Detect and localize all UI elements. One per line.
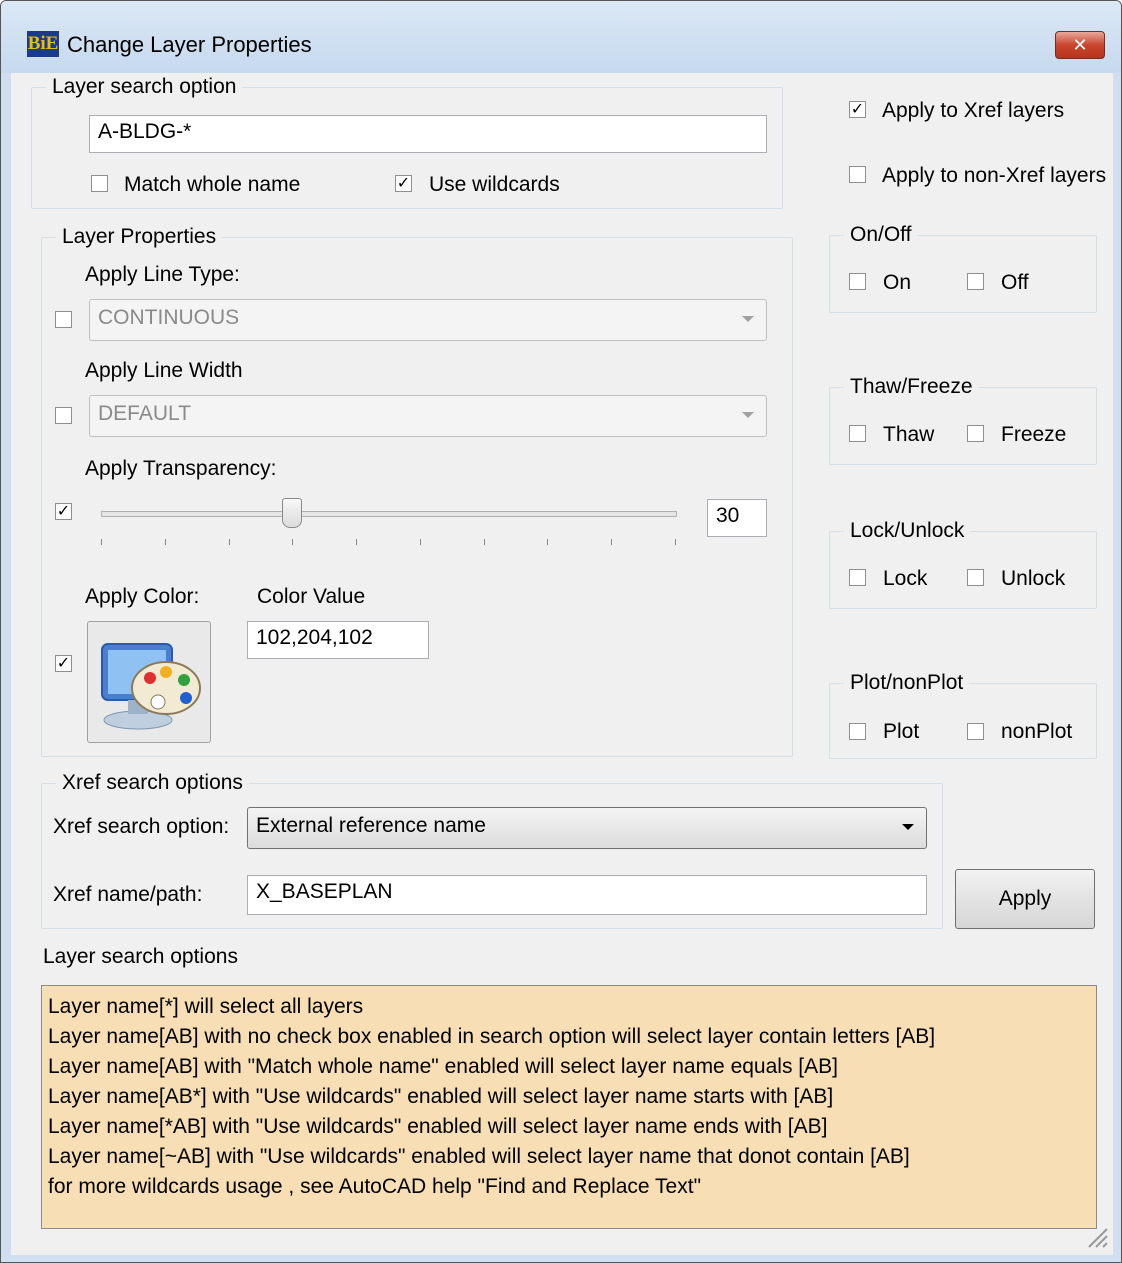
plot-checkbox[interactable]: [849, 723, 866, 740]
apply-xref-layers-label: Apply to Xref layers: [882, 99, 1065, 122]
xref-name-input[interactable]: X_BASEPLAN: [247, 875, 927, 915]
line-type-checkbox[interactable]: [55, 311, 72, 328]
unlock-label: Unlock: [1001, 567, 1066, 590]
freeze-label: Freeze: [1001, 423, 1067, 446]
help-line: Layer name[AB] with no check box enabled…: [48, 1025, 936, 1048]
resize-grip-icon[interactable]: [1085, 1225, 1109, 1249]
slider-tick: [164, 539, 166, 545]
layer-search-input[interactable]: A-BLDG-*: [89, 115, 767, 153]
transparency-checkbox[interactable]: [55, 503, 72, 520]
title-bar[interactable]: BiE Change Layer Properties ✕: [1, 1, 1121, 73]
color-checkbox[interactable]: [55, 655, 72, 672]
line-type-dropdown[interactable]: CONTINUOUS: [89, 299, 767, 341]
line-type-label: Apply Line Type:: [85, 263, 240, 286]
help-line: for more wildcards usage , see AutoCAD h…: [48, 1175, 702, 1198]
transparency-slider-thumb[interactable]: [282, 498, 303, 528]
use-wildcards-label: Use wildcards: [429, 173, 560, 196]
line-width-checkbox[interactable]: [55, 407, 72, 424]
help-line: Layer name[~AB] with "Use wildcards" ena…: [48, 1145, 910, 1168]
on-off-legend: On/Off: [844, 223, 918, 247]
transparency-label: Apply Transparency:: [85, 457, 277, 480]
on-label: On: [883, 271, 912, 294]
slider-tick: [292, 539, 294, 545]
help-heading: Layer search options: [43, 945, 238, 968]
xref-option-value: External reference name: [256, 814, 486, 837]
line-width-label: Apply Line Width: [85, 359, 243, 382]
line-type-value: CONTINUOUS: [98, 306, 240, 329]
lock-label: Lock: [883, 567, 928, 590]
palette-icon: [101, 643, 201, 730]
match-whole-name-label: Match whole name: [124, 173, 301, 196]
xref-name-label: Xref name/path:: [53, 883, 203, 906]
app-icon: BiE: [27, 31, 59, 57]
noplot-label: nonPlot: [1001, 720, 1073, 743]
color-picker-button[interactable]: [87, 621, 211, 743]
color-value-input[interactable]: 102,204,102: [247, 621, 429, 659]
dialog-client: Layer search option A-BLDG-* Match whole…: [11, 73, 1113, 1255]
apply-button[interactable]: Apply: [955, 869, 1095, 929]
use-wildcards-checkbox[interactable]: [395, 175, 412, 192]
plot-noplot-legend: Plot/nonPlot: [844, 671, 970, 695]
thaw-freeze-legend: Thaw/Freeze: [844, 375, 979, 399]
slider-tick: [101, 539, 102, 545]
xref-option-label: Xref search option:: [53, 815, 230, 838]
on-off-group: On/Off: [829, 223, 1097, 313]
chevron-down-icon: [902, 824, 914, 830]
apply-non-xref-layers-label: Apply to non-Xref layers: [882, 164, 1107, 187]
layer-properties-legend: Layer Properties: [56, 225, 223, 249]
transparency-value-input[interactable]: 30: [707, 499, 767, 537]
freeze-checkbox[interactable]: [967, 425, 984, 442]
slider-tick: [228, 539, 230, 545]
chevron-down-icon: [742, 412, 754, 418]
dialog-window: BiE Change Layer Properties ✕ Layer sear…: [0, 0, 1122, 1263]
thaw-checkbox[interactable]: [849, 425, 866, 442]
slider-tick: [483, 539, 485, 545]
line-width-value: DEFAULT: [98, 402, 191, 425]
color-value-label: Color Value: [257, 585, 366, 608]
slider-tick: [611, 539, 613, 545]
help-text-box: Layer name[*] will select all layers Lay…: [41, 985, 1097, 1229]
slider-tick: [356, 539, 358, 545]
lock-unlock-legend: Lock/Unlock: [844, 519, 971, 543]
on-checkbox[interactable]: [849, 273, 866, 290]
transparency-slider-track[interactable]: [101, 511, 677, 517]
layer-search-legend: Layer search option: [46, 75, 243, 99]
close-button[interactable]: ✕: [1055, 31, 1105, 59]
match-whole-name-checkbox[interactable]: [91, 175, 108, 192]
noplot-checkbox[interactable]: [967, 723, 984, 740]
xref-option-dropdown[interactable]: External reference name: [247, 807, 927, 849]
lock-checkbox[interactable]: [849, 569, 866, 586]
off-checkbox[interactable]: [967, 273, 984, 290]
plot-label: Plot: [883, 720, 920, 743]
off-label: Off: [1001, 271, 1029, 294]
thaw-label: Thaw: [883, 423, 935, 446]
color-label: Apply Color:: [85, 585, 200, 608]
window-title: Change Layer Properties: [67, 32, 312, 57]
xref-search-legend: Xref search options: [56, 771, 249, 795]
help-line: Layer name[AB] with "Match whole name" e…: [48, 1055, 838, 1078]
help-line: Layer name[AB*] with "Use wildcards" ena…: [48, 1085, 834, 1108]
apply-non-xref-layers-checkbox[interactable]: [849, 166, 866, 183]
slider-tick: [675, 539, 676, 545]
apply-xref-layers-checkbox[interactable]: [849, 101, 866, 118]
help-line: Layer name[*AB] with "Use wildcards" ena…: [48, 1115, 828, 1138]
chevron-down-icon: [742, 316, 754, 322]
close-icon: ✕: [1072, 35, 1088, 55]
slider-tick: [547, 539, 549, 545]
slider-tick: [419, 539, 421, 545]
help-line: Layer name[*] will select all layers: [48, 995, 364, 1018]
unlock-checkbox[interactable]: [967, 569, 984, 586]
line-width-dropdown[interactable]: DEFAULT: [89, 395, 767, 437]
